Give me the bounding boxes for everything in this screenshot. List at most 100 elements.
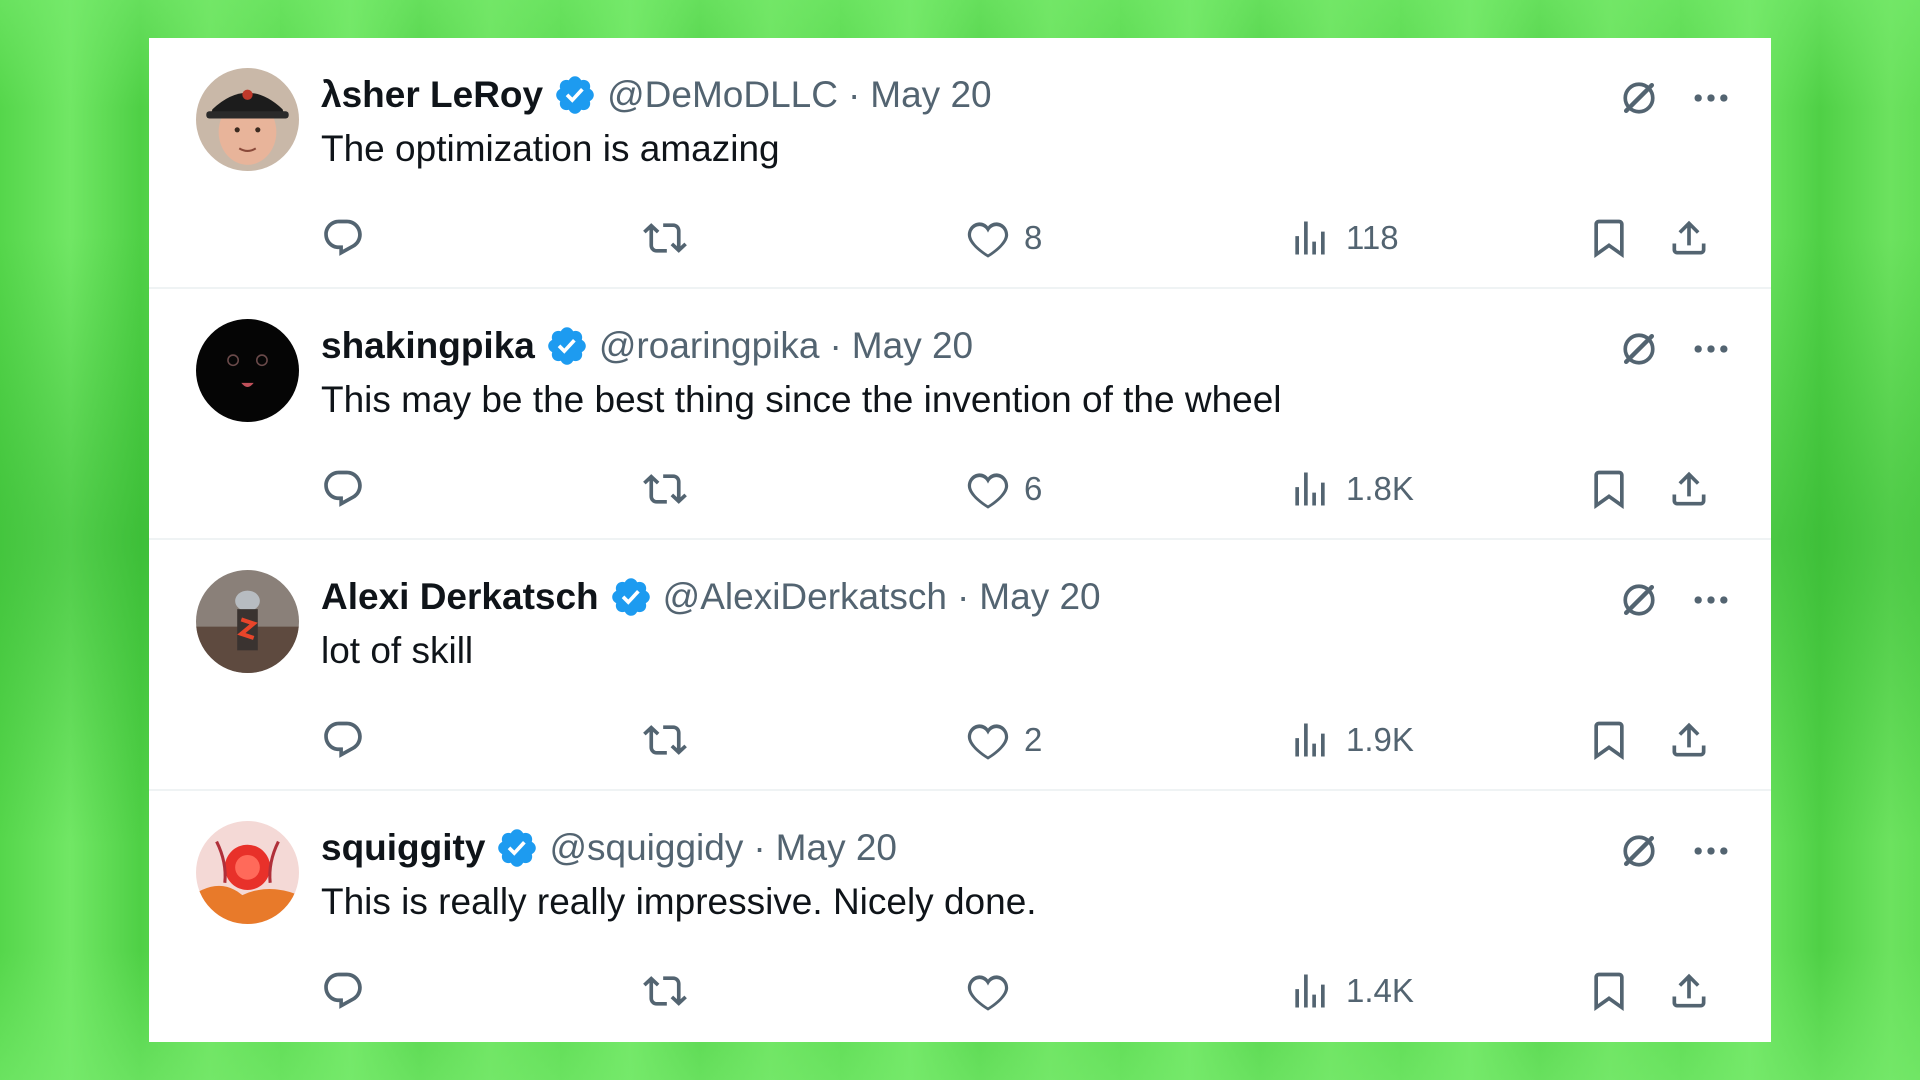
- retweet-icon: [643, 223, 687, 253]
- like-button[interactable]: [966, 966, 1024, 1016]
- tweet-text: lot of skill: [321, 630, 474, 671]
- views-chart-icon: [1295, 221, 1325, 255]
- avatar[interactable]: [196, 570, 299, 673]
- reply-button[interactable]: [321, 715, 379, 765]
- timestamp[interactable]: May 20: [870, 74, 991, 116]
- views-chart-icon: [1295, 472, 1325, 506]
- tweet-actions: 8 118: [321, 213, 1741, 263]
- reply-icon: [324, 721, 362, 758]
- views-button[interactable]: 118: [1288, 213, 1399, 263]
- like-button[interactable]: 6: [966, 464, 1042, 514]
- like-heart-icon: [967, 724, 1009, 760]
- display-name[interactable]: λsher LeRoy: [321, 74, 543, 116]
- separator: ·: [956, 576, 970, 617]
- more-options-icon[interactable]: [1689, 578, 1733, 622]
- handle[interactable]: @AlexiDerkatsch: [663, 576, 947, 618]
- more-options-icon[interactable]: [1689, 829, 1733, 873]
- reply-button[interactable]: [321, 464, 379, 514]
- tweet-text: This may be the best thing since the inv…: [321, 379, 1282, 420]
- tweet-text: This is really really impressive. Nicely…: [321, 881, 1037, 922]
- tweet-reply[interactable]: λsher LeRoy @DeMoDLLC · May 20 The optim…: [149, 38, 1771, 289]
- tweet-header: squiggity @squiggidy · May 20: [321, 823, 897, 873]
- like-count: 6: [1024, 470, 1043, 507]
- bookmark-icon: [1594, 972, 1624, 1012]
- share-button[interactable]: [1667, 966, 1711, 1016]
- handle[interactable]: @roaringpika: [599, 325, 820, 367]
- views-button[interactable]: 1.9K: [1288, 715, 1414, 765]
- more-options-icon[interactable]: [1689, 327, 1733, 371]
- retweet-button[interactable]: [643, 464, 701, 514]
- bookmark-icon: [1594, 721, 1624, 761]
- handle[interactable]: @squiggidy: [549, 827, 743, 869]
- reply-button[interactable]: [321, 213, 379, 263]
- verified-badge-icon: [498, 829, 537, 867]
- share-button[interactable]: [1667, 715, 1711, 765]
- tweet-reply[interactable]: Alexi Derkatsch @AlexiDerkatsch · May 20…: [149, 540, 1771, 791]
- tweet-reply[interactable]: squiggity @squiggidy · May 20 This is re…: [149, 791, 1771, 1042]
- bookmark-button[interactable]: [1587, 464, 1631, 514]
- like-button[interactable]: 8: [966, 213, 1042, 263]
- verified-badge-icon: [556, 76, 594, 114]
- like-count: 8: [1024, 219, 1043, 256]
- like-heart-icon: [967, 473, 1009, 509]
- timestamp[interactable]: May 20: [852, 325, 973, 367]
- handle[interactable]: @DeMoDLLC: [607, 74, 838, 116]
- person-cap-avatar: [196, 68, 299, 171]
- dark-creature-avatar: [196, 319, 299, 422]
- bookmark-button[interactable]: [1587, 213, 1631, 263]
- display-name[interactable]: shakingpika: [321, 325, 535, 367]
- like-button[interactable]: 2: [966, 715, 1042, 765]
- view-count: 1.8K: [1346, 470, 1414, 507]
- tweet-reply[interactable]: shakingpika @roaringpika · May 20 This m…: [149, 289, 1771, 540]
- grok-icon[interactable]: [1617, 829, 1661, 873]
- tweet-top-icons: [1617, 578, 1733, 622]
- separator: ·: [829, 325, 842, 366]
- share-icon: [1672, 220, 1706, 255]
- timestamp[interactable]: May 20: [979, 576, 1100, 618]
- display-name[interactable]: Alexi Derkatsch: [321, 576, 599, 618]
- display-name[interactable]: squiggity: [321, 827, 485, 869]
- reply-button[interactable]: [321, 966, 379, 1016]
- timestamp[interactable]: May 20: [776, 827, 897, 869]
- more-options-icon[interactable]: [1689, 76, 1733, 120]
- grok-icon[interactable]: [1617, 578, 1661, 622]
- grok-icon[interactable]: [1617, 76, 1661, 120]
- separator: ·: [753, 827, 766, 868]
- share-button[interactable]: [1667, 213, 1711, 263]
- reply-icon: [324, 219, 362, 256]
- retweet-icon: [643, 474, 687, 504]
- views-button[interactable]: 1.4K: [1288, 966, 1414, 1016]
- view-count: 1.4K: [1346, 972, 1414, 1009]
- photo-avatar: [196, 570, 299, 673]
- tweet-actions: 1.4K: [321, 966, 1741, 1016]
- view-count: 1.9K: [1346, 721, 1414, 758]
- share-icon: [1672, 722, 1706, 757]
- like-count: 2: [1024, 721, 1043, 758]
- views-button[interactable]: 1.8K: [1288, 464, 1414, 514]
- retweet-button[interactable]: [643, 213, 701, 263]
- replies-card: λsher LeRoy @DeMoDLLC · May 20 The optim…: [149, 38, 1771, 1042]
- grok-icon[interactable]: [1617, 327, 1661, 371]
- tweet-top-icons: [1617, 829, 1733, 873]
- bookmark-button[interactable]: [1587, 715, 1631, 765]
- like-heart-icon: [967, 975, 1009, 1011]
- share-icon: [1672, 973, 1706, 1008]
- avatar[interactable]: [196, 319, 299, 422]
- share-icon: [1672, 471, 1706, 506]
- views-chart-icon: [1295, 723, 1325, 757]
- bookmark-button[interactable]: [1587, 966, 1631, 1016]
- tweet-header: λsher LeRoy @DeMoDLLC · May 20: [321, 70, 992, 120]
- reply-icon: [324, 972, 362, 1009]
- retweet-icon: [643, 725, 687, 755]
- retweet-button[interactable]: [643, 715, 701, 765]
- like-heart-icon: [967, 222, 1009, 258]
- tweet-top-icons: [1617, 327, 1733, 371]
- verified-badge-icon: [548, 327, 586, 365]
- avatar[interactable]: [196, 68, 299, 171]
- tweet-header: Alexi Derkatsch @AlexiDerkatsch · May 20: [321, 572, 1101, 622]
- separator: ·: [847, 74, 861, 115]
- retweet-button[interactable]: [643, 966, 701, 1016]
- share-button[interactable]: [1667, 464, 1711, 514]
- avatar[interactable]: [196, 821, 299, 924]
- tweet-actions: 2 1.9K: [321, 715, 1741, 765]
